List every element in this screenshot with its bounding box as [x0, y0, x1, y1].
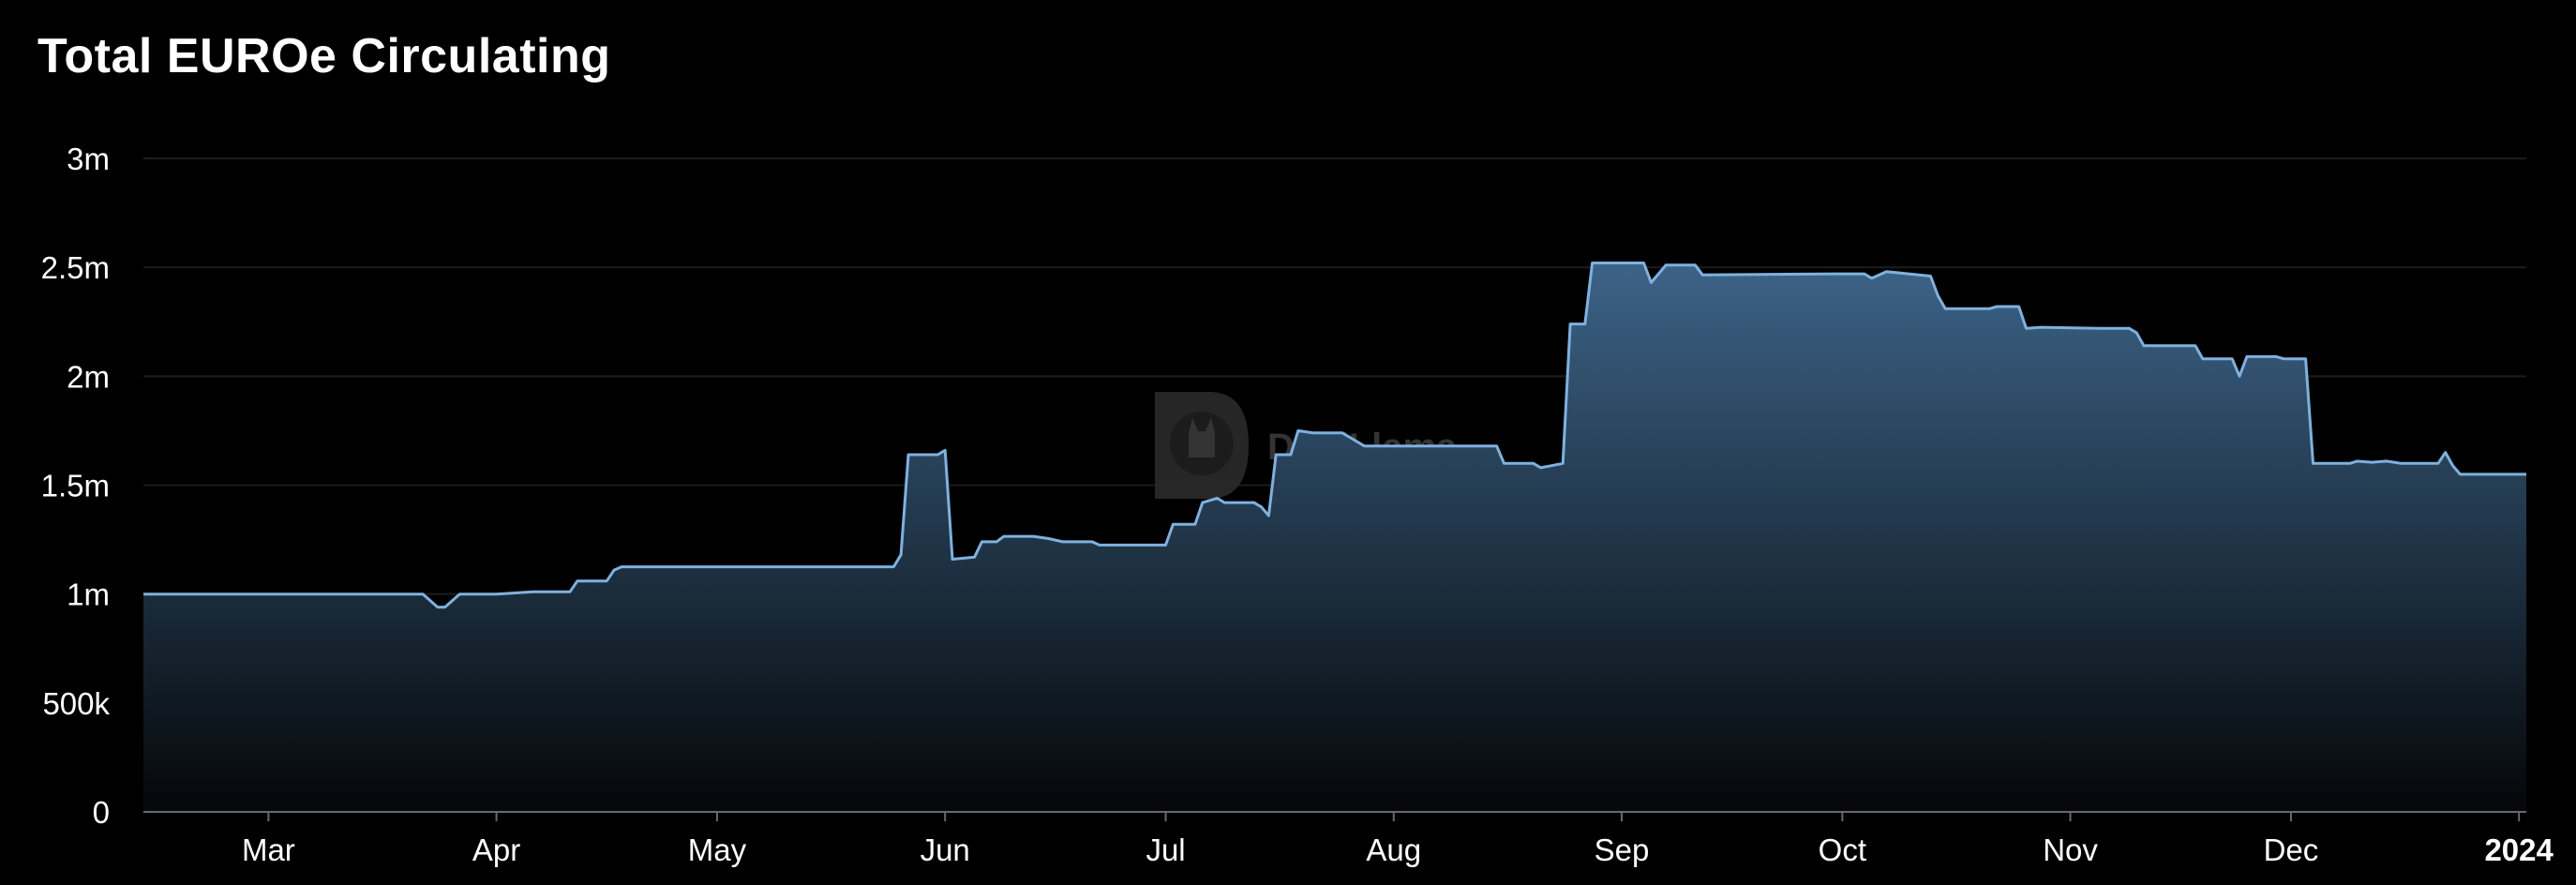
- x-tick-label: Jun: [921, 832, 970, 867]
- x-tick-label: Dec: [2264, 832, 2319, 867]
- y-tick-label: 3m: [67, 142, 110, 176]
- x-tick-label: Oct: [1819, 832, 1866, 867]
- x-tick-label: Jul: [1146, 832, 1185, 867]
- y-tick-label: 0: [93, 795, 110, 830]
- llama-logo-icon: [1155, 392, 1249, 499]
- x-tick-label: Nov: [2043, 832, 2098, 867]
- x-tick-label: 2024: [2484, 832, 2554, 867]
- series-area: [143, 262, 2526, 812]
- x-tick-label: Mar: [242, 832, 295, 867]
- x-tick-label: Aug: [1366, 832, 1421, 867]
- y-tick-label: 500k: [42, 686, 110, 721]
- y-tick-label: 1.5m: [41, 469, 110, 503]
- y-tick-label: 2m: [67, 359, 110, 394]
- x-tick-label: Apr: [472, 832, 520, 867]
- x-tick-label: May: [688, 832, 747, 867]
- y-tick-label: 2.5m: [41, 250, 110, 285]
- x-tick-label: Sep: [1595, 832, 1650, 867]
- chart-area: DeFiLlama 0500k1m1.5m2m2.5m3mMarAprMayJu…: [41, 142, 2554, 867]
- y-tick-label: 1m: [67, 578, 110, 612]
